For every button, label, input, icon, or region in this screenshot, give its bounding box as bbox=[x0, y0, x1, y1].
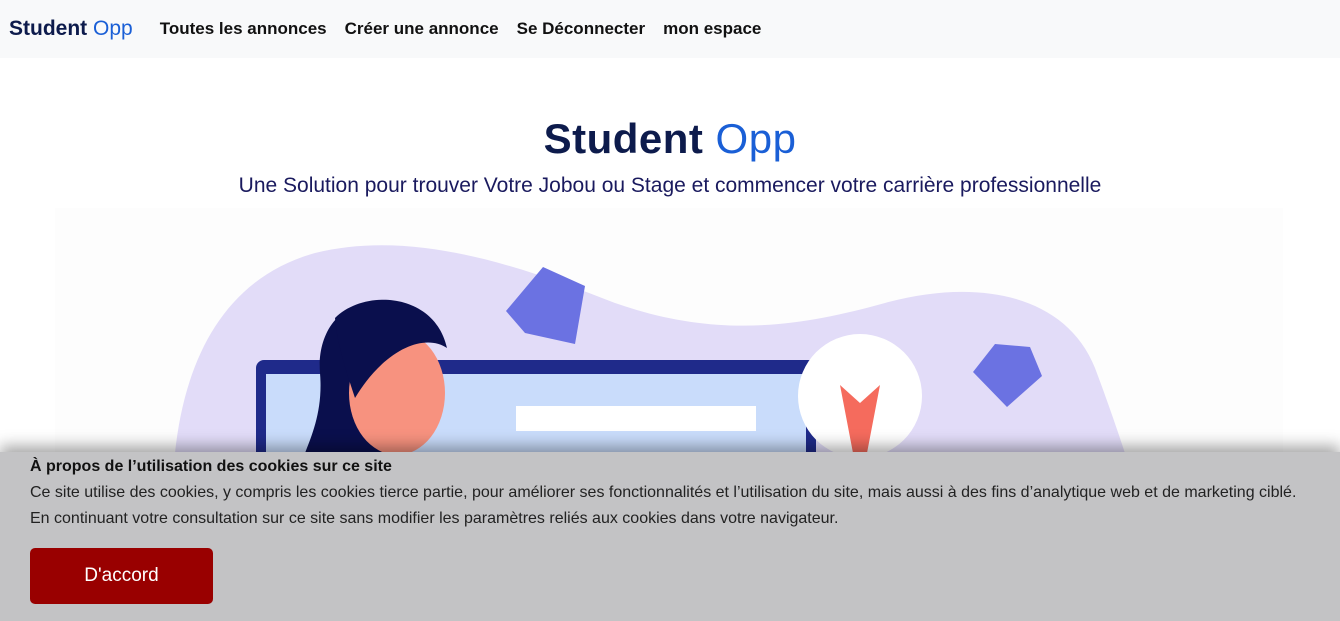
nav-link-logout[interactable]: Se Déconnecter bbox=[517, 19, 646, 39]
nav-link-my-space[interactable]: mon espace bbox=[663, 19, 761, 39]
brand-logo[interactable]: Student Opp bbox=[9, 17, 133, 41]
cookie-title: À propos de l’utilisation des cookies su… bbox=[30, 458, 392, 475]
accept-cookies-button[interactable]: D'accord bbox=[30, 548, 213, 604]
nav-links: Toutes les annonces Créer une annonce Se… bbox=[160, 19, 780, 39]
hero-illustration bbox=[55, 208, 1283, 453]
cookie-text: Ce site utilise des cookies, y compris l… bbox=[30, 484, 1297, 527]
hero-subtitle: Une Solution pour trouver Votre Jobou ou… bbox=[238, 174, 1102, 197]
brand-main: Student bbox=[9, 17, 88, 40]
hero-title-main: Student bbox=[543, 115, 704, 162]
hero-title: Student Opp bbox=[0, 115, 1340, 163]
nav-link-all-ads[interactable]: Toutes les annonces bbox=[160, 19, 327, 39]
hero-title-accent: Opp bbox=[715, 115, 797, 162]
nav-link-create-ad[interactable]: Créer une annonce bbox=[345, 19, 499, 39]
cookie-banner: À propos de l’utilisation des cookies su… bbox=[0, 452, 1340, 621]
navbar: Student Opp Toutes les annonces Créer un… bbox=[0, 0, 1340, 58]
brand-accent: Opp bbox=[93, 17, 133, 40]
